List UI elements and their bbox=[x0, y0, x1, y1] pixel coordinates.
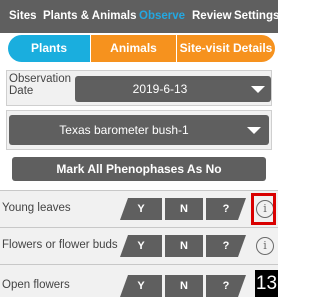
no-button[interactable]: N bbox=[165, 235, 203, 257]
mark-all-no-button[interactable]: Mark All Phenophases As No bbox=[12, 157, 266, 181]
unsure-button[interactable]: ? bbox=[206, 275, 246, 297]
phenophase-row: Young leaves Y N ? i bbox=[0, 190, 278, 227]
observation-date-label: Observation Date bbox=[9, 73, 72, 97]
observation-date-select[interactable]: 2019-6-13 bbox=[75, 76, 271, 102]
unsure-button[interactable]: ? bbox=[206, 235, 246, 257]
yes-button[interactable]: Y bbox=[120, 198, 162, 220]
yes-button[interactable]: Y bbox=[120, 235, 162, 257]
info-icon[interactable]: i bbox=[256, 237, 274, 255]
nav-observe[interactable]: Observe bbox=[139, 0, 185, 33]
plant-select-field: Texas barometer bush-1 bbox=[6, 110, 272, 150]
chevron-down-icon bbox=[251, 86, 265, 93]
no-button[interactable]: N bbox=[165, 275, 203, 297]
chevron-down-icon bbox=[247, 127, 261, 134]
highlight-box bbox=[251, 193, 276, 225]
yes-button[interactable]: Y bbox=[120, 275, 162, 297]
unsure-button[interactable]: ? bbox=[206, 198, 246, 220]
tab-site-visit-details[interactable]: Site-visit Details bbox=[177, 35, 275, 62]
observation-date-value: 2019-6-13 bbox=[132, 82, 188, 96]
tab-animals[interactable]: Animals bbox=[91, 35, 176, 62]
nav-sites[interactable]: Sites bbox=[9, 0, 37, 33]
plant-select-value: Texas barometer bush-1 bbox=[59, 123, 189, 137]
observation-date-field: Observation Date 2019-6-13 bbox=[6, 70, 272, 106]
phenophase-label: Flowers or flower buds bbox=[2, 239, 118, 251]
observe-tabs: Plants Animals Site-visit Details bbox=[2, 33, 277, 63]
phenophase-row: Flowers or flower buds Y N ? i bbox=[0, 227, 278, 264]
nav-plants-animals[interactable]: Plants & Animals bbox=[43, 0, 137, 33]
tab-plants[interactable]: Plants bbox=[8, 35, 90, 62]
plant-select[interactable]: Texas barometer bush-1 bbox=[9, 115, 269, 145]
phenophase-row: Open flowers Y N ? bbox=[0, 264, 278, 297]
phenophase-label: Young leaves bbox=[2, 202, 71, 214]
phenophase-label: Open flowers bbox=[2, 279, 70, 291]
nav-settings[interactable]: Settings bbox=[234, 0, 279, 33]
top-nav-bar: Sites Plants & Animals Observe Review Se… bbox=[0, 0, 279, 33]
step-number-badge: 13 bbox=[255, 270, 278, 297]
nav-review[interactable]: Review bbox=[192, 0, 232, 33]
no-button[interactable]: N bbox=[165, 198, 203, 220]
